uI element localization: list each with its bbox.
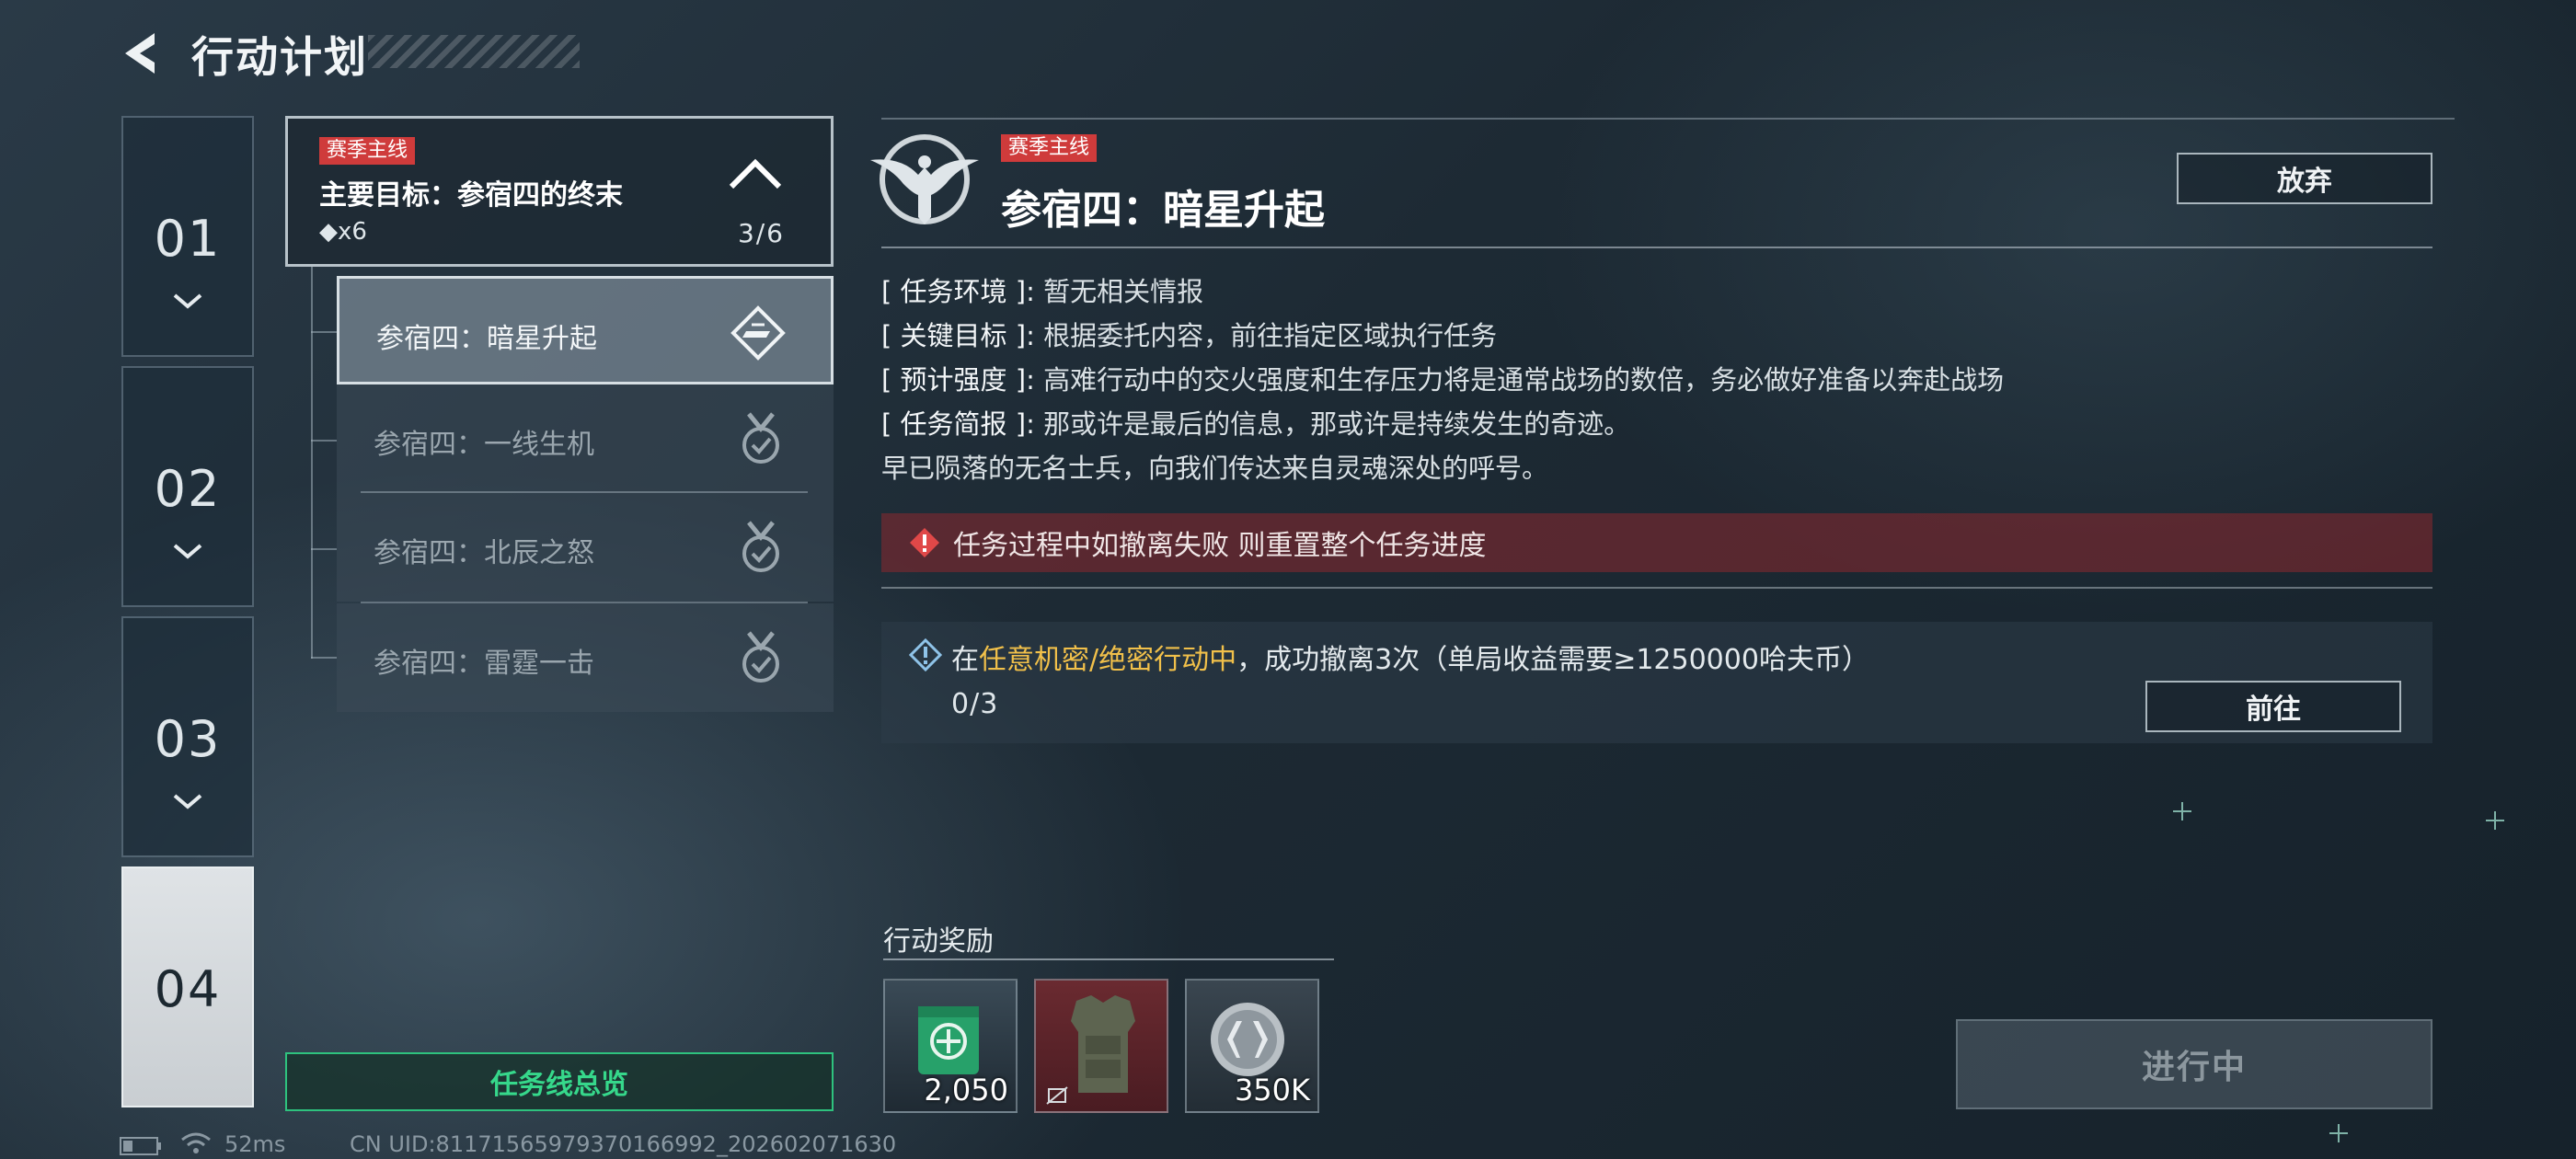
abandon-button[interactable]: 放弃 (2177, 153, 2432, 204)
reward-quantity: 350K (1234, 1073, 1310, 1107)
sub-mission-item[interactable]: 参宿四：一线生机 (337, 384, 834, 493)
in-progress-button: 进行中 (1956, 1019, 2432, 1109)
divider (881, 247, 2432, 248)
tree-connector (311, 548, 337, 550)
mission-group-card[interactable]: 赛季主线 主要目标：参宿四的终末 ◆x6 3/6 (285, 116, 834, 267)
mission-group-progress: 3/6 (737, 218, 785, 248)
info-key: 任务简报 (881, 408, 1035, 440)
sub-mission-label: 参宿四：一线生机 (374, 429, 594, 461)
objective-text: 在任意机密/绝密行动中，成功撤离3次（单局收益需要≥1250000哈夫币） (951, 637, 1869, 677)
info-value: 根据委托内容，前往指定区域执行任务 (1043, 320, 1498, 351)
completed-medal-icon (742, 521, 779, 572)
divider (883, 958, 1334, 960)
season-main-tag: 赛季主线 (319, 137, 416, 165)
page-title: 行动计划 (191, 32, 368, 82)
season-tab-label: 03 (154, 710, 222, 768)
hud-crosshair-icon (2486, 811, 2504, 830)
title-decoration (368, 35, 580, 68)
back-arrow-icon[interactable] (118, 28, 162, 79)
season-tab-01[interactable]: 01 (121, 116, 254, 357)
sub-mission-label: 参宿四：雷霆一击 (374, 648, 594, 680)
season-tab-03[interactable]: 03 (121, 616, 254, 857)
info-value: 暂无相关情报 (1043, 276, 1204, 307)
reward-quantity: 2,050 (924, 1073, 1008, 1107)
in-progress-diamond-icon (730, 305, 786, 361)
reward-item[interactable]: 350K (1185, 979, 1319, 1113)
sub-mission-item[interactable]: 参宿四：雷霆一击 (337, 603, 834, 712)
chevron-down-icon (173, 794, 202, 809)
tree-connector (311, 440, 337, 442)
goto-button[interactable]: 前往 (2145, 681, 2401, 732)
story-text: 早已陨落的无名士兵，向我们传达来自灵魂深处的呼号。 (881, 453, 1549, 484)
sub-mission-label: 参宿四：暗星升起 (376, 323, 597, 355)
info-briefing: 任务简报 那或许是最后的信息，那或许是持续发生的奇迹。 (881, 403, 1630, 442)
info-value: 高难行动中的交火强度和生存压力将是通常战场的数倍，务必做好准备以奔赴战场 (1043, 364, 2005, 396)
wifi-icon (181, 1132, 211, 1153)
season-tab-label: 02 (154, 460, 222, 518)
info-value: 那或许是最后的信息，那或许是持续发生的奇迹。 (1043, 408, 1631, 440)
objective-prefix: 在 (951, 644, 979, 676)
tree-connector (311, 331, 337, 333)
rewards-label: 行动奖励 (883, 925, 994, 958)
info-key: 预计强度 (881, 364, 1035, 396)
uid-text: CN UID:81171565979370166992_202602071630 (350, 1131, 897, 1157)
chevron-up-icon[interactable] (726, 155, 785, 192)
season-tab-02[interactable]: 02 (121, 366, 254, 607)
warning-bar: 任务过程中如撤离失败 则重置整个任务进度 (881, 513, 2432, 572)
info-intensity: 预计强度 高难行动中的交火强度和生存压力将是通常战场的数倍，务必做好准备以奔赴战… (881, 359, 2004, 397)
info-environment: 任务环境 暂无相关情报 (881, 270, 1203, 309)
sub-mission-label: 参宿四：北辰之怒 (374, 537, 594, 569)
info-key: 任务环境 (881, 276, 1035, 307)
info-key-objective: 关键目标 根据委托内容，前往指定区域执行任务 (881, 315, 1497, 353)
completed-medal-icon (742, 631, 779, 683)
tree-connector (311, 267, 313, 659)
mission-group-title: 主要目标：参宿四的终末 (319, 179, 623, 212)
eagle-emblem-icon (870, 134, 979, 224)
reward-item[interactable] (1034, 979, 1168, 1113)
info-key: 关键目标 (881, 320, 1035, 351)
objective-highlight: 任意机密/绝密行动中 (979, 644, 1237, 676)
battery-icon (120, 1137, 161, 1155)
body-armor-icon (1046, 995, 1135, 1105)
sub-mission-item[interactable]: 参宿四：北辰之怒 (337, 493, 834, 602)
season-tab-04[interactable]: 04 (121, 866, 254, 1107)
completed-medal-icon (742, 412, 779, 464)
objective-card: 在任意机密/绝密行动中，成功撤离3次（单局收益需要≥1250000哈夫币） 0/… (881, 622, 2432, 743)
warning-diamond-icon (910, 528, 939, 557)
info-diamond-icon (909, 638, 942, 671)
chevron-down-icon (173, 293, 202, 309)
season-tab-label: 04 (154, 960, 222, 1018)
hud-crosshair-icon (2329, 1124, 2348, 1142)
objective-progress: 0/3 (951, 688, 999, 720)
season-tab-label: 01 (154, 210, 222, 268)
objective-suffix: ，成功撤离3次（单局收益需要≥1250000哈夫币） (1236, 644, 1869, 676)
season-main-tag: 赛季主线 (1001, 134, 1098, 162)
divider (881, 118, 2455, 120)
tree-connector (311, 657, 337, 659)
mission-line-overview-button[interactable]: 任务线总览 (285, 1052, 834, 1111)
sub-mission-item[interactable]: 参宿四：暗星升起 (337, 276, 834, 384)
mission-title: 参宿四：暗星升起 (1001, 187, 1325, 234)
mission-group-count: ◆x6 (319, 218, 367, 246)
warning-text: 任务过程中如撤离失败 则重置整个任务进度 (953, 530, 1487, 562)
chevron-down-icon (173, 544, 202, 559)
ping-text: 52ms (224, 1131, 286, 1157)
reward-item[interactable]: 2,050 (883, 979, 1018, 1113)
hud-crosshair-icon (2173, 802, 2191, 820)
divider (881, 587, 2432, 589)
